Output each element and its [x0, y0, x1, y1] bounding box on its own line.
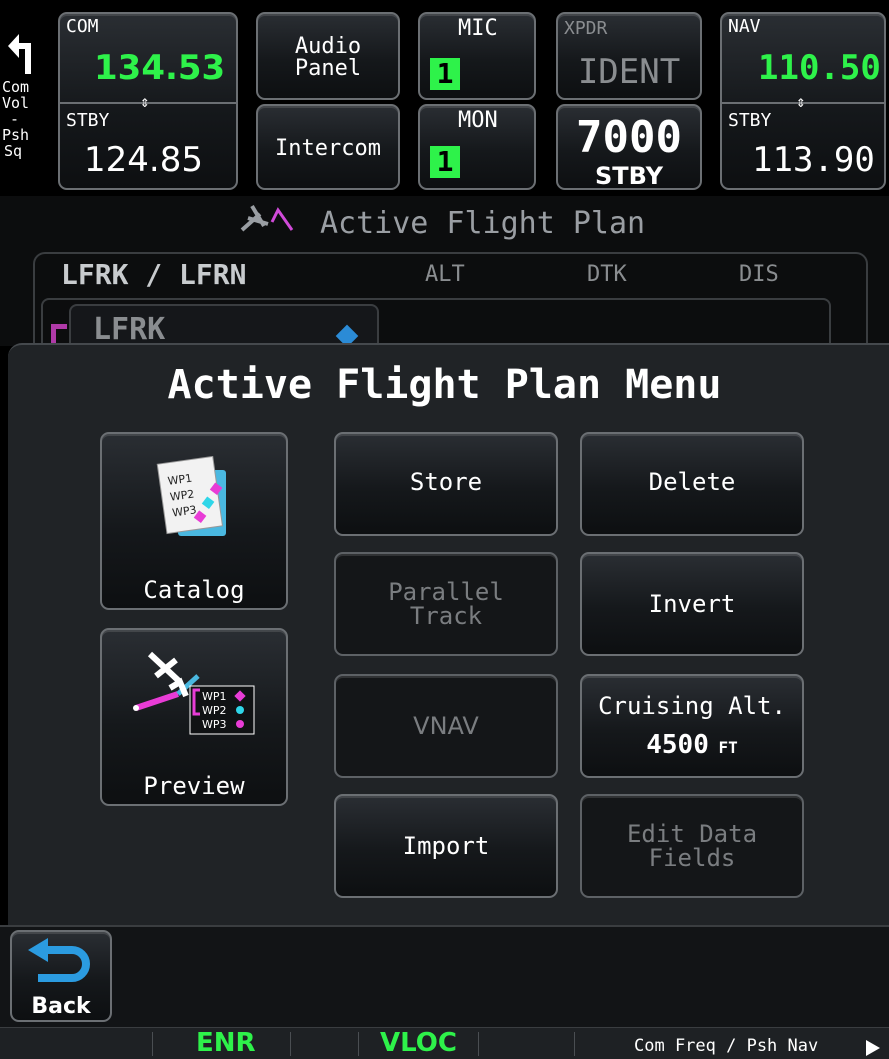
- catalog-icon: WP1 WP2 WP3: [156, 456, 226, 536]
- mic-value: 1: [430, 58, 460, 90]
- delete-button[interactable]: Delete: [580, 432, 804, 536]
- parallel-track-button[interactable]: Parallel Track: [334, 552, 558, 656]
- delete-label: Delete: [648, 468, 736, 496]
- back-button[interactable]: Back: [10, 930, 112, 1022]
- nav-swap-icon: ⇕: [796, 92, 806, 111]
- col-dtk: DTK: [587, 262, 627, 287]
- com-knob-line3: -: [10, 110, 20, 128]
- com-active-frequency: 134.53: [94, 48, 226, 88]
- status-divider: [152, 1032, 153, 1056]
- com-knob-line4: Psh: [2, 126, 30, 144]
- parallel-track-label: Parallel Track: [388, 578, 504, 630]
- invert-label: Invert: [648, 590, 736, 618]
- com-knob-line2: Vol: [2, 94, 30, 112]
- flight-plan-title: Active Flight Plan: [320, 206, 646, 241]
- com-label: COM: [66, 16, 99, 37]
- xpdr-ident-label: IDENT: [577, 52, 681, 92]
- airplane-route-icon: [240, 204, 294, 232]
- waypoint-ident: LFRK: [93, 312, 166, 347]
- catalog-button[interactable]: WP1 WP2 WP3 Catalog: [100, 432, 288, 610]
- xpdr-code: 7000: [576, 112, 682, 163]
- nav-frequency-button[interactable]: NAV 110.50 ⇕ STBY 113.90: [720, 12, 886, 190]
- com-knob-line1: Com: [2, 78, 30, 96]
- status-divider: [478, 1032, 479, 1056]
- preview-icon: WP1 WP2 WP3: [133, 651, 255, 735]
- com-standby-frequency: 124.85: [84, 140, 203, 180]
- store-button[interactable]: Store: [334, 432, 558, 536]
- edit-data-fields-label: Edit Data Fields: [626, 820, 758, 872]
- preview-label: Preview: [143, 772, 245, 800]
- xpdr-mode: STBY: [594, 162, 663, 190]
- mic-button[interactable]: MIC 1: [418, 12, 536, 100]
- xpdr-label: XPDR: [564, 18, 608, 39]
- vnav-label: VNAV: [413, 712, 479, 740]
- nav-label: NAV: [728, 16, 761, 37]
- import-label: Import: [402, 832, 490, 860]
- invert-button[interactable]: Invert: [580, 552, 804, 656]
- import-button[interactable]: Import: [334, 794, 558, 898]
- xpdr-code-button[interactable]: 7000 STBY: [556, 104, 702, 190]
- com-knob-hint: Com Vol - Psh Sq: [2, 20, 58, 190]
- preview-wp2: WP2: [202, 704, 227, 717]
- status-divider: [290, 1032, 291, 1056]
- top-bar: Com Vol - Psh Sq COM 134.53 ⇕ STBY 124.8…: [0, 0, 889, 196]
- col-alt: ALT: [425, 262, 465, 287]
- com-stby-label: STBY: [66, 110, 110, 131]
- com-frequency-button[interactable]: COM 134.53 ⇕ STBY 124.85: [58, 12, 238, 190]
- status-divider: [574, 1032, 575, 1056]
- store-label: Store: [409, 468, 483, 496]
- status-divider: [358, 1032, 359, 1056]
- nav-stby-label: STBY: [728, 110, 772, 131]
- preview-wp3: WP3: [202, 718, 227, 731]
- catalog-label: Catalog: [143, 576, 245, 604]
- audio-panel-button[interactable]: Audio Panel: [256, 12, 400, 100]
- vnav-button[interactable]: VNAV: [334, 674, 558, 778]
- col-dis: DIS: [739, 262, 779, 287]
- intercom-label: Intercom: [275, 136, 381, 161]
- back-arrow-icon: [28, 938, 90, 982]
- mon-value: 1: [430, 146, 460, 178]
- back-label: Back: [31, 994, 91, 1019]
- menu-title: Active Flight Plan Menu: [167, 362, 722, 408]
- status-hint: Com Freq / Psh Nav: [634, 1036, 819, 1056]
- audio-panel-label: Audio Panel: [294, 34, 362, 81]
- status-vloc: VLOC: [380, 1028, 457, 1058]
- turn-left-arrow-icon: [8, 34, 31, 74]
- cruising-alt-button[interactable]: Cruising Alt. 4500 FT: [580, 674, 804, 778]
- intercom-button[interactable]: Intercom: [256, 104, 400, 190]
- xpdr-ident-button[interactable]: XPDR IDENT: [556, 12, 702, 100]
- nav-standby-frequency: 113.90: [752, 140, 875, 180]
- bottom-bar: [0, 925, 889, 1027]
- cruising-alt-value-row: 4500 FT: [582, 730, 802, 760]
- mic-label: MIC: [458, 16, 498, 41]
- com-swap-icon: ⇕: [140, 92, 150, 111]
- cruising-alt-value: 4500: [646, 730, 709, 760]
- mon-label: MON: [458, 108, 498, 133]
- edit-data-fields-button[interactable]: Edit Data Fields: [580, 794, 804, 898]
- route-label: LFRK / LFRN: [61, 258, 247, 291]
- triangle-right-icon: [866, 1040, 880, 1056]
- mon-button[interactable]: MON 1: [418, 104, 536, 190]
- status-bar: ENR VLOC Com Freq / Psh Nav: [0, 1027, 889, 1059]
- cruising-alt-unit: FT: [718, 738, 738, 757]
- preview-wp1: WP1: [202, 690, 227, 703]
- status-enr: ENR: [196, 1028, 256, 1058]
- nav-active-frequency: 110.50: [758, 48, 881, 88]
- preview-button[interactable]: WP1 WP2 WP3 Preview: [100, 628, 288, 806]
- com-knob-line5: Sq: [4, 142, 23, 160]
- cruising-alt-label: Cruising Alt.: [598, 692, 786, 720]
